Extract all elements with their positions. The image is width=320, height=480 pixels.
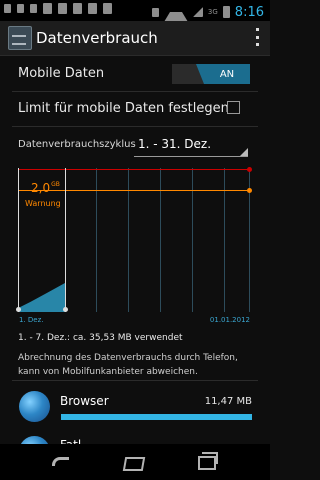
warning-value: 2,0GB [31,181,60,195]
app-name: Browser [60,394,109,408]
warning-handle[interactable] [247,188,252,193]
limit-row[interactable]: Limit für mobile Daten festlegen [0,92,270,126]
browser-icon [19,391,50,422]
warning-value-number: 2,0 [31,181,51,195]
divider [12,126,258,127]
mail-icon [73,3,82,14]
cycle-value: 1. - 31. Dez. [138,137,212,151]
toggle-on-label: AN [196,64,250,84]
download-icon [88,3,97,14]
app-size: 11,47 MB [204,396,252,407]
status-bar: 3G 8:16 [0,0,270,22]
spinner-corner-icon [240,148,248,156]
signal-icon [192,7,203,17]
mobile-data-label: Mobile Daten [18,66,105,81]
wifi-icon [163,2,188,22]
limit-handle[interactable] [247,167,252,172]
divider [12,380,258,381]
mobile-data-row[interactable]: Mobile Daten AN [0,57,270,91]
page-title: Datenverbrauch [36,29,158,47]
range-start-handle[interactable] [16,307,21,312]
warning-value-unit: GB [51,181,60,188]
back-icon[interactable] [50,451,72,471]
range-start-sweep[interactable] [18,168,19,312]
warning-label: Warnung [25,199,61,208]
range-end-sweep[interactable] [65,168,66,312]
recents-icon[interactable] [196,451,218,471]
cycle-label: Datenverbrauchszyklus [18,139,136,150]
axis-end-label: 01.01.2012 [209,316,250,324]
usage-chart: 2,0GB Warnung 1. Dez. 01.01.2012 [16,167,252,324]
limit-label: Limit für mobile Daten festlegen [18,101,229,116]
app-usage-row[interactable]: Browser 11,47 MB [0,384,270,434]
network-type-label: 3G [207,8,218,16]
notification-icon [4,4,11,13]
mute-icon [151,7,159,17]
mobile-data-toggle[interactable]: AN [172,64,250,84]
settings-app-icon[interactable] [8,26,32,50]
limit-line[interactable] [18,169,250,170]
limit-checkbox[interactable] [227,101,240,114]
range-end-handle[interactable] [63,307,68,312]
cycle-spinner[interactable]: 1. - 31. Dez. [134,132,248,157]
usb-icon [43,3,52,14]
download-icon [103,3,112,14]
status-notification-icons [4,3,112,14]
usage-footnote: Abrechnung des Datenverbrauchs durch Tel… [18,353,238,377]
status-time: 8:16 [234,4,264,20]
notification-icon [17,4,24,13]
notification-icon [30,4,37,13]
battery-icon [222,6,230,18]
gallery-icon [58,3,67,14]
home-icon[interactable] [122,451,144,471]
overflow-menu-icon[interactable] [256,28,260,46]
usage-area [19,283,65,312]
app-usage-bar [61,414,252,420]
axis-start-label: 1. Dez. [19,316,44,324]
status-system-icons: 3G 8:16 [151,2,264,22]
usage-summary: 1. - 7. Dez.: ca. 35,53 MB verwendet [18,333,183,343]
navigation-bar [0,444,270,480]
action-bar: Datenverbrauch [0,21,270,56]
